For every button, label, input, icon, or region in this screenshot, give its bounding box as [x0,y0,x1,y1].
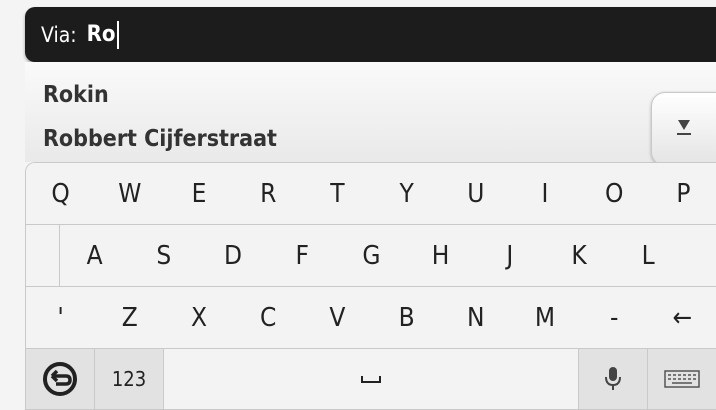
backspace-key[interactable]: ← [648,287,716,349]
key-label: I [541,178,549,209]
key-label: F [295,240,309,271]
key-spacer-right[interactable] [682,225,716,287]
key-label: L [641,240,655,271]
key-t[interactable]: T [302,163,373,225]
key-b[interactable]: B [372,287,443,349]
key-label: M [534,302,556,333]
key-label: N [467,302,485,333]
space-key[interactable] [164,349,579,410]
key-label: B [398,302,415,333]
keyboard-switch-button[interactable] [648,349,716,410]
key-hyphen[interactable]: - [579,287,650,349]
search-bar[interactable]: Via: Ro [25,7,716,62]
scroll-down-icon [677,120,691,135]
key-f[interactable]: F [267,225,338,287]
key-u[interactable]: U [441,163,512,225]
key-p[interactable]: P [648,163,716,225]
key-label: T [330,178,345,209]
back-button[interactable] [26,349,95,410]
keyboard-icon [664,370,700,388]
key-label: A [86,240,103,271]
key-c[interactable]: C [233,287,304,349]
key-label: X [190,302,207,333]
key-r[interactable]: R [233,163,304,225]
key-label: O [604,178,624,209]
key-k[interactable]: K [544,225,615,287]
suggestion-item[interactable]: Robbert Cijferstraat [43,126,277,152]
key-o[interactable]: O [579,163,650,225]
key-x[interactable]: X [164,287,235,349]
suggestions-list: Rokin Robbert Cijferstraat [25,62,716,162]
numbers-key[interactable]: 123 [95,349,164,410]
key-q[interactable]: Q [26,163,97,225]
key-y[interactable]: Y [372,163,443,225]
key-label: G [362,240,381,271]
key-spacer-left[interactable] [26,225,60,287]
key-label: R [260,178,277,209]
key-label: - [609,302,619,333]
key-v[interactable]: V [302,287,373,349]
microphone-button[interactable] [579,349,648,410]
key-j[interactable]: J [475,225,546,287]
text-cursor [116,20,119,49]
key-label: W [118,178,142,209]
key-a[interactable]: A [60,225,131,287]
key-label: H [431,240,450,271]
key-label: V [329,302,346,333]
key-label: ← [672,302,693,333]
key-label: Y [399,178,414,209]
key-g[interactable]: G [336,225,407,287]
key-d[interactable]: D [198,225,269,287]
scroll-down-button[interactable] [651,92,716,166]
suggestion-item[interactable]: Rokin [43,82,109,108]
key-s[interactable]: S [129,225,200,287]
key-h[interactable]: H [406,225,477,287]
key-label: ' [57,302,64,333]
key-e[interactable]: E [164,163,235,225]
key-i[interactable]: I [510,163,581,225]
search-input-value[interactable]: Ro [87,22,116,47]
key-n[interactable]: N [441,287,512,349]
back-icon [43,362,77,396]
microphone-icon [605,367,621,390]
key-label: K [571,240,587,271]
key-label: C [260,302,277,333]
key-apostrophe[interactable]: ' [26,287,97,349]
key-label: S [156,240,172,271]
key-z[interactable]: Z [95,287,166,349]
key-label: U [467,178,485,209]
key-label: J [506,240,514,271]
key-label: E [191,178,207,209]
key-label: 123 [111,367,147,391]
on-screen-keyboard: Q W E R T Y U I O P A S D F G H J K L ' Z X C V B N M - ← 123 [25,162,716,410]
key-l[interactable]: L [613,225,684,287]
space-icon [361,376,381,383]
key-label: Z [121,302,138,333]
search-prefix-label: Via: [41,22,77,47]
key-w[interactable]: W [95,163,166,225]
key-label: Q [51,178,70,209]
key-label: D [223,240,242,271]
key-label: P [676,178,691,209]
key-m[interactable]: M [510,287,581,349]
